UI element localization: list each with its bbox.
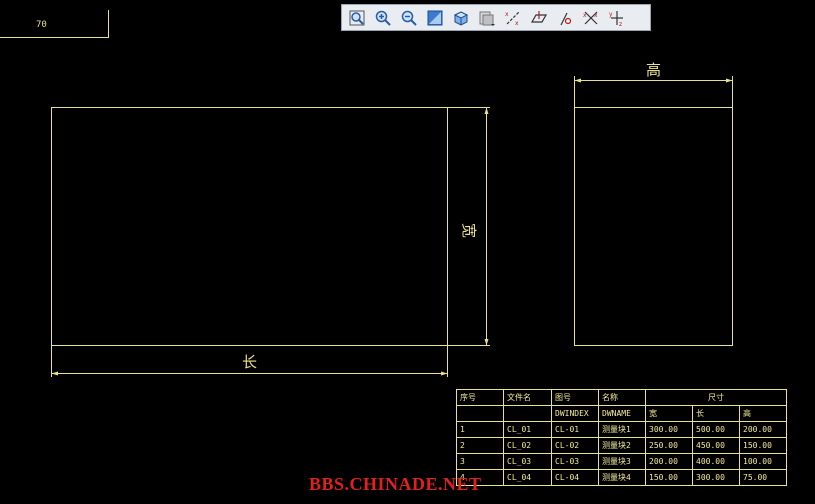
cell-drawing-number: CL-03 bbox=[551, 453, 599, 470]
width-dimension-label[interactable]: 宽 bbox=[459, 223, 480, 238]
side-view-outline bbox=[574, 107, 733, 346]
height-arrow-right bbox=[726, 78, 733, 83]
cell-name: 测量块3 bbox=[598, 453, 646, 470]
cell-width: 300.00 bbox=[645, 421, 693, 438]
cell-length: 450.00 bbox=[692, 437, 740, 454]
subheader-empty bbox=[456, 405, 504, 422]
cell-drawing-number: CL-04 bbox=[551, 469, 599, 486]
cell-width: 200.00 bbox=[645, 453, 693, 470]
cell-length: 400.00 bbox=[692, 453, 740, 470]
bom-subheader-row: DWINDEX DWNAME 宽 长 高 bbox=[456, 405, 787, 422]
cell-index: 2 bbox=[456, 437, 504, 454]
cell-filename: CL_01 bbox=[503, 421, 552, 438]
subheader-height: 高 bbox=[739, 405, 787, 422]
cell-filename: CL_02 bbox=[503, 437, 552, 454]
cell-height: 75.00 bbox=[739, 469, 787, 486]
header-filename: 文件名 bbox=[503, 389, 552, 406]
cell-index: 1 bbox=[456, 421, 504, 438]
cell-length: 500.00 bbox=[692, 421, 740, 438]
cell-index: 3 bbox=[456, 453, 504, 470]
cell-length: 300.00 bbox=[692, 469, 740, 486]
subheader-length: 长 bbox=[692, 405, 740, 422]
bom-header-row: 序号 文件名 图号 名称 尺寸 bbox=[456, 389, 787, 406]
length-dimension-label[interactable]: 长 bbox=[242, 351, 257, 372]
cell-height: 200.00 bbox=[739, 421, 787, 438]
table-row[interactable]: 3 CL_03 CL-03 测量块3 200.00 400.00 100.00 bbox=[456, 453, 787, 470]
width-arrow-top bbox=[484, 107, 489, 114]
subheader-dwindex: DWINDEX bbox=[551, 405, 599, 422]
cell-name: 测量块4 bbox=[598, 469, 646, 486]
bom-table: 序号 文件名 图号 名称 尺寸 DWINDEX DWNAME 宽 长 高 1 C… bbox=[456, 389, 787, 486]
width-arrow-bottom bbox=[484, 339, 489, 346]
cell-drawing-number: CL-02 bbox=[551, 437, 599, 454]
cell-name: 测量块2 bbox=[598, 437, 646, 454]
table-row[interactable]: 4 CL_04 CL-04 测量块4 150.00 300.00 75.00 bbox=[456, 469, 787, 486]
header-index: 序号 bbox=[456, 389, 504, 406]
table-row[interactable]: 2 CL_02 CL-02 测量块2 250.00 450.00 150.00 bbox=[456, 437, 787, 454]
subheader-empty bbox=[503, 405, 552, 422]
length-arrow-right bbox=[441, 371, 448, 376]
table-row[interactable]: 1 CL_01 CL-01 测量块1 300.00 500.00 200.00 bbox=[456, 421, 787, 438]
header-drawing-number: 图号 bbox=[551, 389, 599, 406]
height-arrow-left bbox=[574, 78, 581, 83]
cell-height: 100.00 bbox=[739, 453, 787, 470]
watermark: BBS.CHINADE.NET bbox=[309, 474, 482, 494]
length-arrow-left bbox=[51, 371, 58, 376]
cell-height: 150.00 bbox=[739, 437, 787, 454]
cell-drawing-number: CL-01 bbox=[551, 421, 599, 438]
height-dimension-label[interactable]: 高 bbox=[646, 59, 661, 80]
subheader-width: 宽 bbox=[645, 405, 693, 422]
cell-name: 测量块1 bbox=[598, 421, 646, 438]
header-name: 名称 bbox=[598, 389, 646, 406]
subheader-dwname: DWNAME bbox=[598, 405, 646, 422]
header-dimensions: 尺寸 bbox=[645, 389, 787, 406]
cell-width: 150.00 bbox=[645, 469, 693, 486]
front-view-outline bbox=[51, 107, 448, 346]
cell-width: 250.00 bbox=[645, 437, 693, 454]
cell-filename: CL_04 bbox=[503, 469, 552, 486]
cell-filename: CL_03 bbox=[503, 453, 552, 470]
